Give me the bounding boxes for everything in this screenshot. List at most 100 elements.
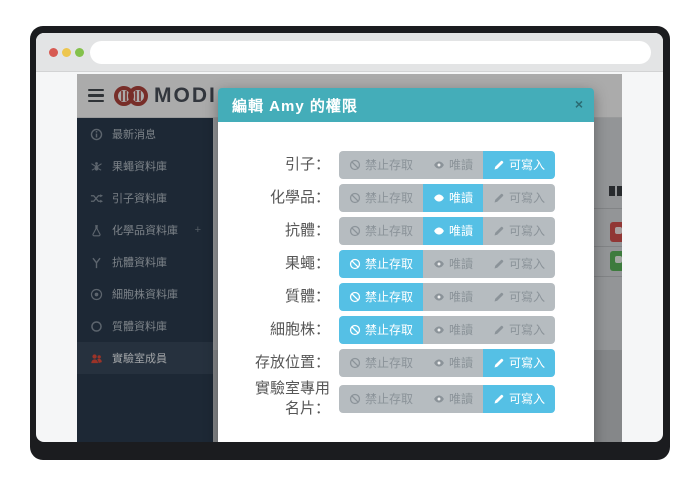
permission-option-1[interactable]: 唯讀: [423, 283, 483, 311]
ban-icon: [349, 324, 361, 336]
ban-icon: [349, 192, 361, 204]
permission-row: 細胞株： 禁止存取 唯讀 可寫入: [218, 313, 594, 346]
permission-row: 化學品： 禁止存取 唯讀 可寫入: [218, 181, 594, 214]
permission-option-0[interactable]: 禁止存取: [339, 217, 423, 245]
edit-permissions-modal: 編輯 Amy 的權限 × 引子：禁止存取唯讀可寫入化學品：禁止存取唯讀可寫入抗體…: [218, 88, 594, 442]
browser-chrome-bar: [36, 33, 663, 72]
permission-row: 質體： 禁止存取唯讀 可寫入: [218, 280, 594, 313]
permission-option-1[interactable]: 唯讀: [423, 151, 483, 179]
permission-row: 果蠅： 禁止存取 唯讀 可寫入: [218, 247, 594, 280]
permission-option-label: 可寫入: [509, 288, 545, 305]
permission-option-2[interactable]: 可寫入: [483, 250, 555, 278]
ban-icon: [349, 291, 361, 303]
permission-option-1[interactable]: 唯讀: [423, 217, 483, 245]
eye-icon: [433, 357, 445, 369]
eye-icon: [433, 225, 445, 237]
permission-option-0[interactable]: 禁止存取: [339, 151, 423, 179]
permission-row-label: 細胞株：: [248, 320, 330, 340]
modal-header: 編輯 Amy 的權限 ×: [218, 88, 594, 122]
eye-icon: [433, 291, 445, 303]
permission-toggle-group: 禁止存取 唯讀 可寫入: [339, 316, 555, 344]
permission-option-label: 禁止存取: [365, 222, 413, 239]
permission-option-0[interactable]: 禁止存取: [339, 349, 423, 377]
permission-row-label: 質體：: [248, 287, 330, 307]
browser-window: MODI 最新消息果蠅資料庫引子資料庫化學品資料庫+抗體資料庫細胞株資料庫質體資…: [30, 26, 670, 460]
pencil-icon: [493, 393, 505, 405]
permission-row: 存放位置： 禁止存取 唯讀 可寫入: [218, 346, 594, 379]
minimize-window-icon[interactable]: [62, 48, 71, 57]
permission-option-label: 唯讀: [449, 156, 473, 173]
permission-option-1[interactable]: 唯讀: [423, 316, 483, 344]
permission-toggle-group: 禁止存取 唯讀 可寫入: [339, 385, 555, 413]
modal-title: 編輯 Amy 的權限: [232, 95, 358, 116]
ban-icon: [349, 225, 361, 237]
permission-row: 實驗室專用名片： 禁止存取 唯讀 可寫入: [218, 379, 594, 418]
permission-option-label: 唯讀: [449, 321, 473, 338]
ban-icon: [349, 393, 361, 405]
permission-option-label: 唯讀: [449, 222, 473, 239]
permission-option-label: 唯讀: [449, 390, 473, 407]
permission-option-1[interactable]: 唯讀: [423, 250, 483, 278]
permission-option-label: 禁止存取: [365, 321, 413, 338]
permission-option-label: 可寫入: [509, 390, 545, 407]
permission-row-label: 引子：: [248, 155, 330, 175]
permission-option-label: 可寫入: [509, 189, 545, 206]
permission-option-2[interactable]: 可寫入: [483, 385, 555, 413]
permission-toggle-group: 禁止存取 唯讀可寫入: [339, 217, 555, 245]
eye-icon: [433, 159, 445, 171]
permission-option-1[interactable]: 唯讀: [423, 385, 483, 413]
permission-row-label: 存放位置：: [248, 353, 330, 373]
pencil-icon: [493, 324, 505, 336]
maximize-window-icon[interactable]: [75, 48, 84, 57]
permission-option-2[interactable]: 可寫入: [483, 283, 555, 311]
permission-option-label: 禁止存取: [365, 288, 413, 305]
eye-icon: [433, 258, 445, 270]
close-icon[interactable]: ×: [575, 96, 583, 112]
permission-row-label: 實驗室專用名片：: [248, 379, 330, 418]
permission-option-2[interactable]: 可寫入: [483, 217, 555, 245]
pencil-icon: [493, 159, 505, 171]
pencil-icon: [493, 192, 505, 204]
permission-option-0[interactable]: 禁止存取: [339, 283, 423, 311]
permission-toggle-group: 禁止存取唯讀 可寫入: [339, 283, 555, 311]
permission-option-2[interactable]: 可寫入: [483, 349, 555, 377]
permission-option-2[interactable]: 可寫入: [483, 316, 555, 344]
pencil-icon: [493, 357, 505, 369]
permission-option-label: 禁止存取: [365, 354, 413, 371]
permission-option-0[interactable]: 禁止存取: [339, 250, 423, 278]
close-window-icon[interactable]: [49, 48, 58, 57]
permission-option-0[interactable]: 禁止存取: [339, 184, 423, 212]
permission-option-label: 可寫入: [509, 321, 545, 338]
ban-icon: [349, 258, 361, 270]
permission-option-0[interactable]: 禁止存取: [339, 316, 423, 344]
permission-option-label: 唯讀: [449, 354, 473, 371]
permission-option-label: 禁止存取: [365, 390, 413, 407]
permission-toggle-group: 禁止存取 唯讀 可寫入: [339, 184, 555, 212]
permission-option-0[interactable]: 禁止存取: [339, 385, 423, 413]
permission-row-label: 化學品：: [248, 188, 330, 208]
permission-row: 引子： 禁止存取 唯讀可寫入: [218, 148, 594, 181]
eye-icon: [433, 324, 445, 336]
eye-icon: [433, 192, 445, 204]
permission-row-label: 抗體：: [248, 221, 330, 241]
permission-row-label: 果蠅：: [248, 254, 330, 274]
permission-option-label: 唯讀: [449, 189, 473, 206]
permission-option-label: 唯讀: [449, 255, 473, 272]
permission-toggle-group: 禁止存取 唯讀可寫入: [339, 151, 555, 179]
pencil-icon: [493, 291, 505, 303]
permission-toggle-group: 禁止存取 唯讀 可寫入: [339, 349, 555, 377]
pencil-icon: [493, 258, 505, 270]
permission-option-1[interactable]: 唯讀: [423, 349, 483, 377]
permission-toggle-group: 禁止存取 唯讀 可寫入: [339, 250, 555, 278]
pencil-icon: [493, 225, 505, 237]
permission-option-label: 可寫入: [509, 354, 545, 371]
permission-option-2[interactable]: 可寫入: [483, 151, 555, 179]
permission-option-label: 可寫入: [509, 255, 545, 272]
permission-option-label: 禁止存取: [365, 255, 413, 272]
ban-icon: [349, 159, 361, 171]
permission-option-1[interactable]: 唯讀: [423, 184, 483, 212]
modal-body: 引子：禁止存取唯讀可寫入化學品：禁止存取唯讀可寫入抗體：禁止存取唯讀可寫入果蠅：…: [218, 122, 594, 442]
url-bar[interactable]: [90, 41, 651, 64]
permission-option-2[interactable]: 可寫入: [483, 184, 555, 212]
permission-row: 抗體： 禁止存取 唯讀可寫入: [218, 214, 594, 247]
